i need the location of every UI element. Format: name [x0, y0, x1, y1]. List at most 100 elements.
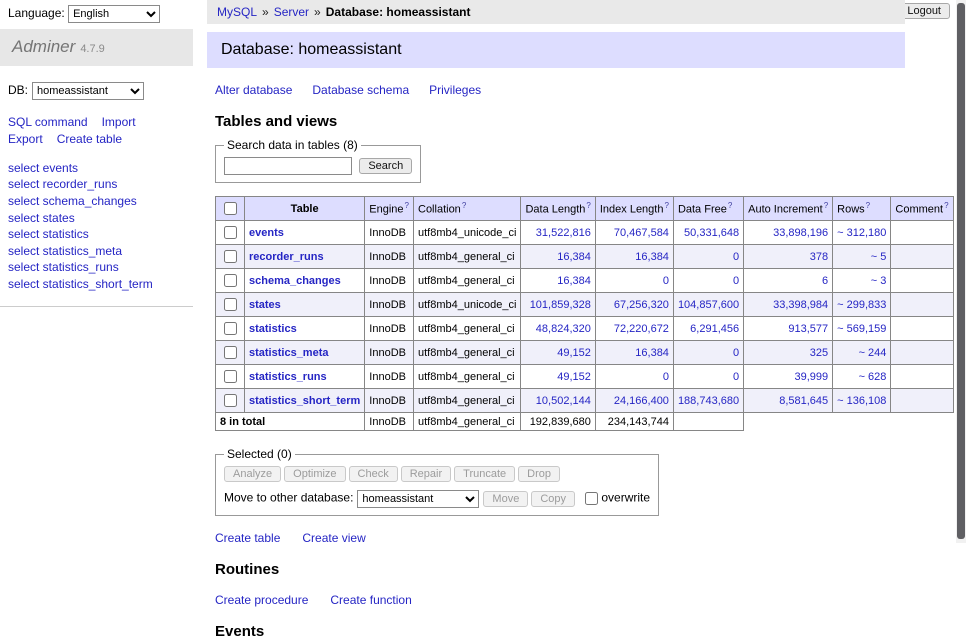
- row-select-checkbox[interactable]: [224, 226, 237, 239]
- auto-increment-link[interactable]: 33,398,984: [773, 299, 828, 311]
- table-name-link[interactable]: schema_changes: [249, 275, 341, 287]
- help-link[interactable]: ?: [664, 201, 668, 210]
- bulk-action-button[interactable]: Drop: [518, 466, 560, 482]
- move-button[interactable]: Move: [483, 491, 528, 507]
- rows-count-link[interactable]: ~ 299,833: [837, 299, 886, 311]
- database-nav-link[interactable]: Database schema: [312, 83, 409, 97]
- index-length-link[interactable]: 16,384: [635, 251, 669, 263]
- database-nav-link[interactable]: Privileges: [429, 83, 481, 97]
- help-link[interactable]: ?: [462, 201, 466, 210]
- sql-command-link[interactable]: SQL command: [8, 115, 88, 129]
- row-select-checkbox[interactable]: [224, 298, 237, 311]
- table-name-link[interactable]: recorder_runs: [249, 251, 324, 263]
- bulk-action-button[interactable]: Optimize: [284, 466, 345, 482]
- overwrite-checkbox[interactable]: [585, 492, 598, 505]
- row-select-checkbox[interactable]: [224, 274, 237, 287]
- table-name-link[interactable]: statistics: [249, 323, 297, 335]
- select-table-link[interactable]: select schema_changes: [8, 194, 137, 210]
- select-table-link[interactable]: select recorder_runs: [8, 177, 117, 193]
- bulk-action-button[interactable]: Repair: [401, 466, 451, 482]
- auto-increment-link[interactable]: 8,581,645: [779, 395, 828, 407]
- row-select-checkbox[interactable]: [224, 322, 237, 335]
- index-length-link[interactable]: 24,166,400: [614, 395, 669, 407]
- help-link[interactable]: ?: [944, 201, 948, 210]
- data-length-link[interactable]: 49,152: [557, 347, 591, 359]
- database-nav-link[interactable]: Alter database: [215, 83, 292, 97]
- move-db-select[interactable]: homeassistant: [357, 490, 479, 508]
- rows-count-link[interactable]: ~ 312,180: [837, 227, 886, 239]
- row-select-checkbox[interactable]: [224, 346, 237, 359]
- select-table-link[interactable]: select states: [8, 211, 75, 227]
- index-length-link[interactable]: 0: [663, 275, 669, 287]
- table-name-link[interactable]: events: [249, 227, 284, 239]
- db-select[interactable]: homeassistant: [32, 82, 144, 100]
- data-length-link[interactable]: 49,152: [557, 371, 591, 383]
- bulk-action-button[interactable]: Check: [349, 466, 398, 482]
- help-link[interactable]: ?: [824, 201, 828, 210]
- adminer-logo-link[interactable]: Adminer: [12, 37, 75, 56]
- select-all-checkbox[interactable]: [224, 202, 237, 215]
- search-input[interactable]: [224, 157, 352, 175]
- help-link[interactable]: ?: [586, 201, 590, 210]
- table-name-link[interactable]: statistics_short_term: [249, 395, 360, 407]
- data-free-link[interactable]: 0: [733, 371, 739, 383]
- scrollbar-thumb[interactable]: [957, 3, 965, 539]
- rows-count-link[interactable]: ~ 628: [859, 371, 887, 383]
- select-table-link[interactable]: select statistics_meta: [8, 244, 122, 260]
- index-length-link[interactable]: 72,220,672: [614, 323, 669, 335]
- data-length-link[interactable]: 16,384: [557, 251, 591, 263]
- index-length-link[interactable]: 67,256,320: [614, 299, 669, 311]
- auto-increment-link[interactable]: 33,898,196: [773, 227, 828, 239]
- auto-increment-link[interactable]: 39,999: [795, 371, 829, 383]
- data-free-link[interactable]: 104,857,600: [678, 299, 739, 311]
- index-length-link[interactable]: 0: [663, 371, 669, 383]
- data-length-link[interactable]: 101,859,328: [530, 299, 591, 311]
- routine-create-link[interactable]: Create function: [330, 593, 411, 607]
- select-table-link[interactable]: select statistics: [8, 227, 89, 243]
- data-free-link[interactable]: 0: [733, 251, 739, 263]
- breadcrumb-mysql-link[interactable]: MySQL: [217, 5, 257, 19]
- data-free-link[interactable]: 6,291,456: [690, 323, 739, 335]
- bulk-action-button[interactable]: Analyze: [224, 466, 281, 482]
- index-length-link[interactable]: 70,467,584: [614, 227, 669, 239]
- auto-increment-link[interactable]: 378: [810, 251, 828, 263]
- rows-count-link[interactable]: ~ 569,159: [837, 323, 886, 335]
- data-length-link[interactable]: 48,824,320: [536, 323, 591, 335]
- help-link[interactable]: ?: [405, 201, 409, 210]
- logout-button[interactable]: Logout: [898, 3, 950, 19]
- breadcrumb-server-link[interactable]: Server: [274, 5, 309, 19]
- select-table-link[interactable]: select events: [8, 161, 78, 177]
- data-length-link[interactable]: 16,384: [557, 275, 591, 287]
- create-table-sidebar-link[interactable]: Create table: [57, 132, 122, 146]
- bulk-action-button[interactable]: Truncate: [454, 466, 515, 482]
- rows-count-link[interactable]: ~ 244: [859, 347, 887, 359]
- table-name-link[interactable]: states: [249, 299, 281, 311]
- rows-count-link[interactable]: ~ 5: [871, 251, 887, 263]
- row-select-checkbox[interactable]: [224, 394, 237, 407]
- table-name-link[interactable]: statistics_meta: [249, 347, 329, 359]
- language-select[interactable]: English: [68, 5, 160, 23]
- help-link[interactable]: ?: [866, 201, 870, 210]
- auto-increment-link[interactable]: 913,577: [788, 323, 828, 335]
- auto-increment-link[interactable]: 325: [810, 347, 828, 359]
- help-link[interactable]: ?: [728, 201, 732, 210]
- scrollbar-track[interactable]: [956, 0, 966, 543]
- copy-button[interactable]: Copy: [531, 491, 575, 507]
- row-select-checkbox[interactable]: [224, 250, 237, 263]
- index-length-link[interactable]: 16,384: [635, 347, 669, 359]
- export-link[interactable]: Export: [8, 132, 43, 146]
- data-free-link[interactable]: 50,331,648: [684, 227, 739, 239]
- data-free-link[interactable]: 0: [733, 275, 739, 287]
- select-table-link[interactable]: select statistics_runs: [8, 260, 119, 276]
- import-link[interactable]: Import: [102, 115, 136, 129]
- search-button[interactable]: Search: [359, 158, 412, 174]
- rows-count-link[interactable]: ~ 3: [871, 275, 887, 287]
- data-length-link[interactable]: 31,522,816: [536, 227, 591, 239]
- rows-count-link[interactable]: ~ 136,108: [837, 395, 886, 407]
- select-table-link[interactable]: select statistics_short_term: [8, 277, 153, 293]
- data-free-link[interactable]: 188,743,680: [678, 395, 739, 407]
- auto-increment-link[interactable]: 6: [822, 275, 828, 287]
- data-length-link[interactable]: 10,502,144: [536, 395, 591, 407]
- table-name-link[interactable]: statistics_runs: [249, 371, 327, 383]
- routine-create-link[interactable]: Create procedure: [215, 593, 308, 607]
